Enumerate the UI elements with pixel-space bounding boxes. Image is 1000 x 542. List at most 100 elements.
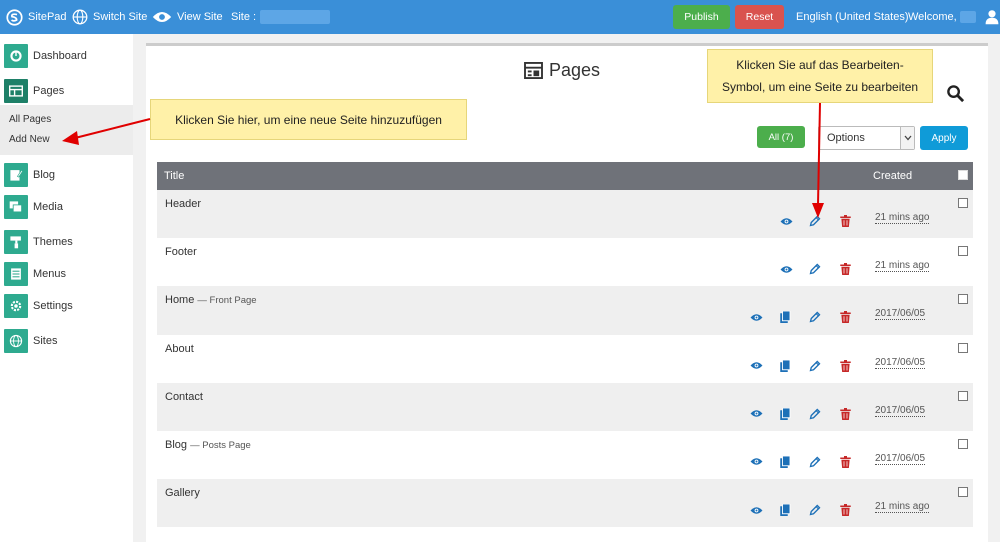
- table-row: Contact 2017/06/05: [157, 382, 973, 431]
- pages-icon: [524, 62, 543, 79]
- sidebar-item-dashboard[interactable]: Dashboard: [0, 42, 133, 70]
- sidebar-label-pages: Pages: [33, 85, 65, 97]
- delete-trash-icon[interactable]: [838, 310, 852, 324]
- callout-edit-line1: Klicken Sie auf das Bearbeiten-: [736, 58, 904, 72]
- row-created: 21 mins ago: [875, 501, 930, 514]
- table-row: Footer 21 mins ago: [157, 238, 973, 286]
- duplicate-icon[interactable]: [778, 455, 792, 469]
- edit-pencil-icon[interactable]: [808, 359, 822, 373]
- brand-link[interactable]: SitePad: [6, 0, 67, 34]
- delete-trash-icon[interactable]: [838, 503, 852, 517]
- row-title[interactable]: Blog — Posts Page: [165, 439, 251, 451]
- delete-trash-icon[interactable]: [838, 359, 852, 373]
- publish-button[interactable]: Publish: [673, 5, 730, 29]
- table-row: About 2017/06/05: [157, 335, 973, 383]
- edit-pencil-icon[interactable]: [808, 214, 822, 228]
- view-eye-icon[interactable]: [749, 310, 763, 324]
- row-title[interactable]: About: [165, 343, 194, 355]
- row-created: 21 mins ago: [875, 260, 930, 273]
- submenu-add-new[interactable]: Add New: [9, 134, 50, 145]
- table-row: Header 21 mins ago: [157, 190, 973, 239]
- row-checkbox[interactable]: [958, 246, 968, 257]
- row-checkbox[interactable]: [958, 438, 968, 449]
- edit-pencil-icon[interactable]: [808, 262, 822, 276]
- apply-button[interactable]: Apply: [920, 126, 968, 150]
- row-title[interactable]: Footer: [165, 246, 197, 258]
- view-site-link[interactable]: View Site: [152, 0, 223, 34]
- duplicate-icon[interactable]: [778, 503, 792, 517]
- reset-button[interactable]: Reset: [735, 5, 784, 29]
- view-eye-icon[interactable]: [749, 455, 763, 469]
- sidebar-item-settings[interactable]: Settings: [0, 292, 133, 320]
- table-row: Home — Front Page 2017/06/05: [157, 286, 973, 335]
- username-redacted: [959, 11, 976, 23]
- duplicate-icon[interactable]: [778, 407, 792, 421]
- row-checkbox[interactable]: [958, 390, 968, 401]
- row-title[interactable]: Gallery: [165, 487, 200, 499]
- sidebar-label-menus: Menus: [33, 268, 67, 280]
- sidebar-label-dashboard: Dashboard: [33, 50, 87, 62]
- row-title[interactable]: Contact: [165, 391, 203, 403]
- search-icon[interactable]: [946, 84, 965, 103]
- sitepad-logo-icon: [6, 8, 23, 26]
- row-checkbox[interactable]: [958, 342, 968, 353]
- column-created: Created: [873, 170, 913, 182]
- sidebar-label-media: Media: [33, 201, 63, 213]
- row-title[interactable]: Home — Front Page: [165, 294, 257, 306]
- row-created: 21 mins ago: [875, 212, 930, 224]
- submenu-all-pages[interactable]: All Pages: [9, 114, 51, 125]
- table-header: Title Created: [157, 162, 973, 190]
- sidebar-label-themes: Themes: [33, 236, 73, 248]
- table-row: Blog — Posts Page 2017/06/05: [157, 431, 973, 479]
- site-label: Site :: [231, 11, 257, 23]
- switch-site-label: Switch Site: [93, 11, 148, 23]
- view-eye-icon[interactable]: [749, 407, 763, 421]
- edit-pencil-icon[interactable]: [808, 407, 822, 421]
- select-all-checkbox[interactable]: [958, 170, 968, 180]
- page-title: Pages: [524, 60, 600, 81]
- row-checkbox[interactable]: [958, 198, 968, 208]
- options-label: Options: [827, 132, 865, 144]
- row-title-text: About: [165, 342, 194, 355]
- sidebar-item-media[interactable]: Media: [0, 193, 133, 221]
- user-menu[interactable]: Welcome,: [908, 0, 1000, 34]
- sidebar: Dashboard Pages All Pages Add New Blog M…: [0, 34, 133, 542]
- row-note: — Front Page: [197, 295, 257, 307]
- edit-pencil-icon[interactable]: [808, 455, 822, 469]
- view-eye-icon[interactable]: [749, 359, 763, 373]
- edit-pencil-icon[interactable]: [808, 503, 822, 517]
- delete-trash-icon[interactable]: [838, 262, 852, 276]
- sidebar-item-sites[interactable]: Sites: [0, 327, 133, 355]
- sidebar-label-settings: Settings: [33, 300, 73, 312]
- sidebar-item-menus[interactable]: Menus: [0, 260, 133, 288]
- duplicate-icon[interactable]: [778, 310, 792, 324]
- row-checkbox[interactable]: [958, 487, 968, 498]
- delete-trash-icon[interactable]: [838, 455, 852, 469]
- edit-pencil-icon[interactable]: [808, 310, 822, 324]
- welcome-label: Welcome,: [908, 11, 957, 23]
- pages-table: Title Created Header 21 mins ago Footer 21 …: [157, 162, 973, 528]
- sidebar-item-blog[interactable]: Blog: [0, 161, 133, 189]
- filter-all-button[interactable]: All (7): [757, 126, 805, 148]
- delete-trash-icon[interactable]: [838, 214, 852, 228]
- duplicate-icon[interactable]: [778, 359, 792, 373]
- callout-edit-line2: Symbol, um eine Seite zu bearbeiten: [721, 80, 919, 94]
- user-icon: [985, 10, 999, 25]
- bulk-options-select[interactable]: Options: [818, 126, 915, 150]
- sidebar-item-pages[interactable]: Pages: [0, 77, 133, 105]
- switch-site-link[interactable]: Switch Site: [72, 0, 147, 34]
- menus-icon: [4, 262, 28, 286]
- view-eye-icon[interactable]: [749, 503, 763, 517]
- globe-icon: [72, 9, 88, 25]
- sidebar-item-themes[interactable]: Themes: [0, 228, 133, 256]
- row-title[interactable]: Header: [165, 198, 201, 210]
- view-eye-icon[interactable]: [779, 262, 793, 276]
- sites-icon: [4, 329, 28, 353]
- row-title-text: Gallery: [165, 487, 200, 500]
- chevron-down-icon: [900, 127, 914, 149]
- language-selector[interactable]: English (United States): [796, 0, 909, 34]
- row-checkbox[interactable]: [958, 294, 968, 305]
- view-eye-icon[interactable]: [779, 214, 793, 228]
- callout-add-new-text: Klicken Sie hier, um eine neue Seite hin…: [175, 112, 442, 127]
- delete-trash-icon[interactable]: [838, 407, 852, 421]
